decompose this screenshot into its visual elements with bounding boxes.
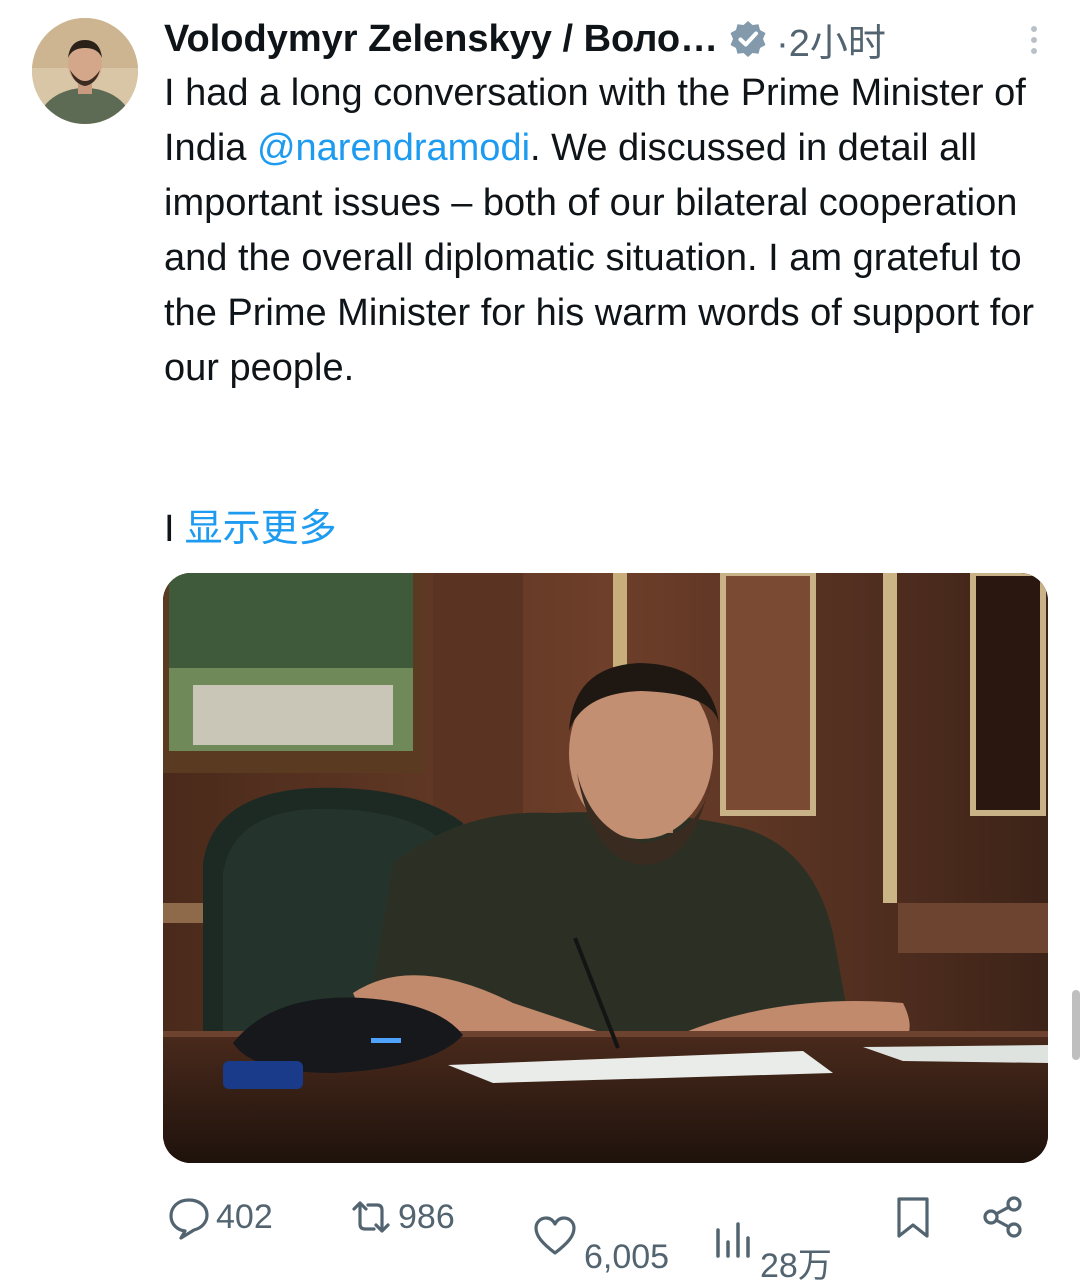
show-more-link[interactable]: 显示更多	[185, 502, 337, 557]
share-icon	[983, 1196, 1022, 1238]
avatar-image	[32, 18, 138, 124]
scrollbar[interactable]	[1072, 990, 1080, 1060]
bookmark-icon	[897, 1197, 929, 1238]
mention-link[interactable]: @narendramodi	[257, 127, 530, 169]
reply-button[interactable]: 402	[166, 1194, 273, 1240]
more-options-icon[interactable]	[1014, 20, 1054, 60]
tweet-text: I had a long conversation with the Prime…	[164, 66, 1044, 396]
tweet-action-bar: 402 986 6,005 28万	[0, 1188, 1080, 1285]
retweet-icon	[352, 1201, 390, 1233]
views-button[interactable]: 28万	[712, 1194, 832, 1287]
tweet-header: Volodymyr Zelenskyy / Воло… ·2小时	[164, 12, 1054, 67]
views-icon	[716, 1221, 750, 1258]
share-button[interactable]	[980, 1194, 1026, 1240]
header-separator: ·	[776, 22, 789, 65]
like-icon	[534, 1215, 576, 1255]
retweet-button[interactable]: 986	[348, 1194, 455, 1240]
tweet-photo[interactable]	[163, 573, 1048, 1163]
reply-icon	[169, 1198, 209, 1240]
retweet-count: 986	[398, 1197, 455, 1236]
show-more-row: I 显示更多	[164, 502, 337, 557]
verified-badge-icon	[730, 21, 766, 57]
truncated-text: I	[164, 508, 175, 550]
bookmark-button[interactable]	[890, 1194, 936, 1240]
like-button[interactable]: 6,005	[532, 1194, 669, 1277]
tweet-timestamp[interactable]: ·2小时	[776, 12, 886, 67]
author-avatar[interactable]	[32, 18, 138, 124]
reply-count: 402	[216, 1197, 273, 1236]
like-count: 6,005	[584, 1238, 670, 1276]
views-count: 28万	[760, 1247, 832, 1285]
author-name[interactable]: Volodymyr Zelenskyy / Воло…	[164, 18, 718, 61]
photo-image	[163, 573, 1048, 1163]
timestamp-label: 2小时	[788, 22, 886, 65]
